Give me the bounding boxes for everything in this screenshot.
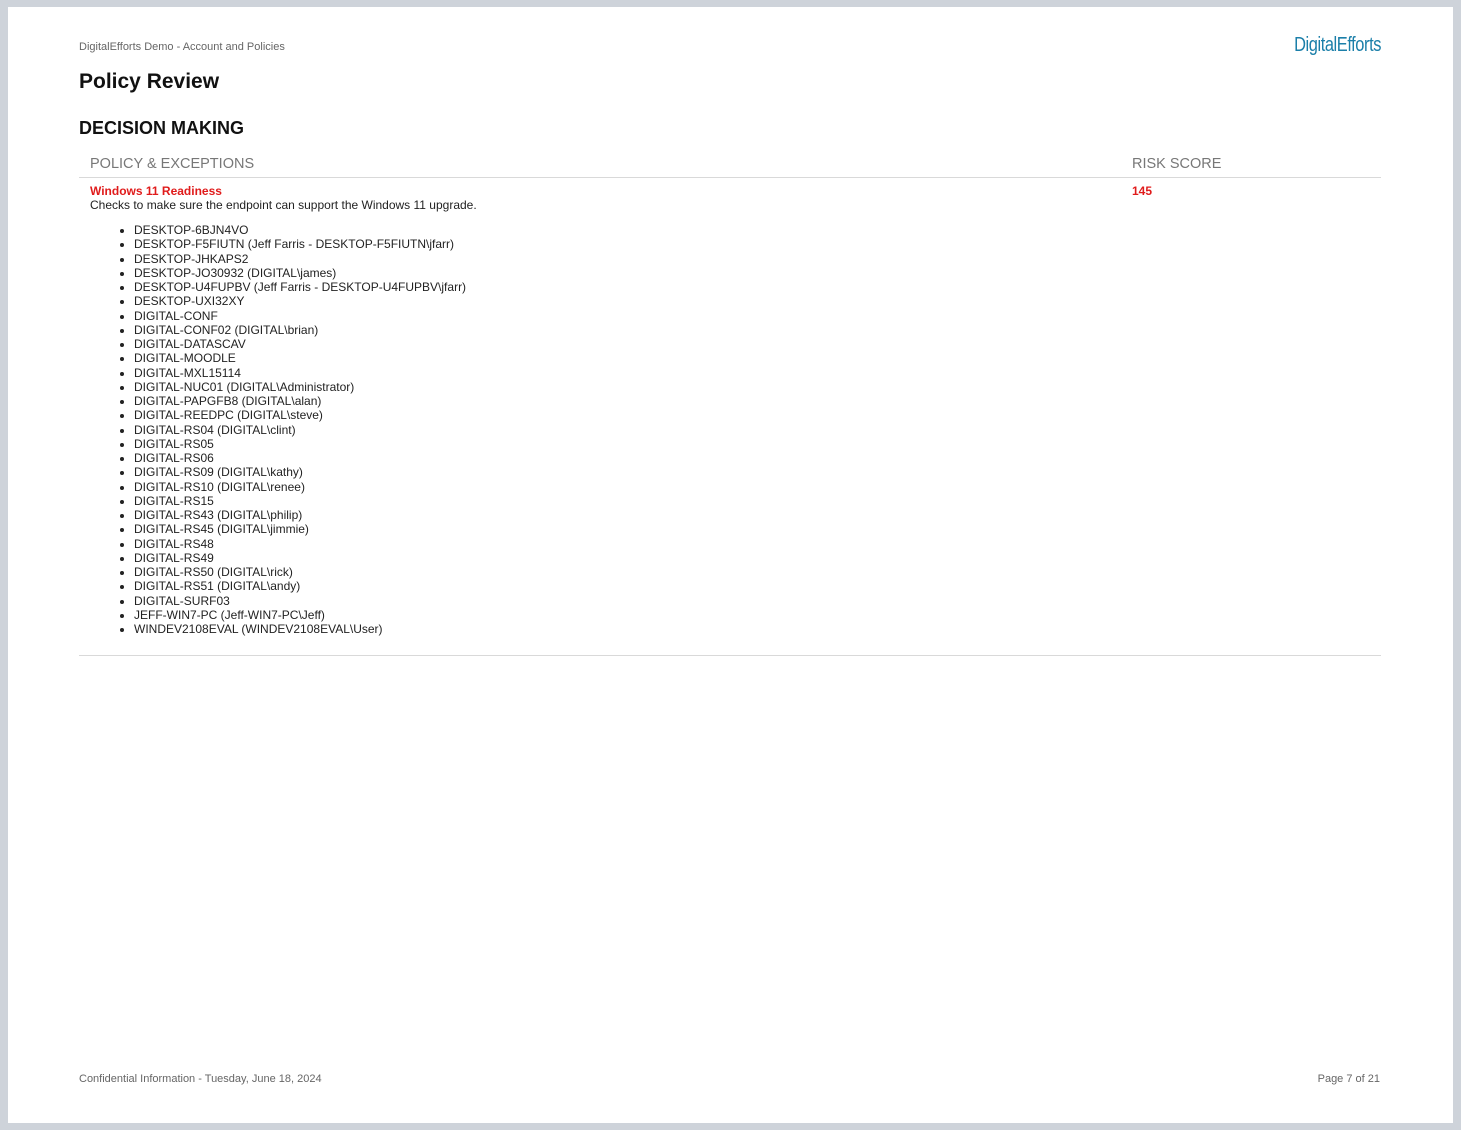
exception-item: DIGITAL-RS45 (DIGITAL\jimmie) (134, 522, 466, 536)
table-row: Windows 11 Readiness Checks to make sure… (79, 178, 1381, 656)
exception-item: DIGITAL-CONF02 (DIGITAL\brian) (134, 323, 466, 337)
exception-item: DIGITAL-PAPGFB8 (DIGITAL\alan) (134, 394, 466, 408)
exception-item: DIGITAL-MOODLE (134, 351, 466, 365)
exception-item: DIGITAL-RS50 (DIGITAL\rick) (134, 565, 466, 579)
exception-item: DIGITAL-REEDPC (DIGITAL\steve) (134, 408, 466, 422)
policy-description: Checks to make sure the endpoint can sup… (90, 198, 477, 212)
section-title: DECISION MAKING (79, 118, 245, 138)
report-page: DigitalEfforts Demo - Account and Polici… (8, 7, 1453, 1123)
exception-item: DIGITAL-RS10 (DIGITAL\renee) (134, 480, 466, 494)
exception-item: DIGITAL-SURF03 (134, 594, 466, 608)
exception-item: DIGITAL-RS15 (134, 494, 466, 508)
exception-item: DIGITAL-NUC01 (DIGITAL\Administrator) (134, 380, 466, 394)
exceptions-list: DESKTOP-6BJN4VODESKTOP-F5FIUTN (Jeff Far… (134, 223, 466, 636)
footer-confidential: Confidential Information - Tuesday, June… (79, 1073, 322, 1085)
table-header: POLICY & EXCEPTIONS RISK SCORE (79, 152, 1381, 178)
exception-item: DIGITAL-RS04 (DIGITAL\clint) (134, 423, 466, 437)
exception-item: DIGITAL-RS09 (DIGITAL\kathy) (134, 465, 466, 479)
exception-item: DIGITAL-RS51 (DIGITAL\andy) (134, 579, 466, 593)
page-title: Policy Review (79, 70, 220, 93)
risk-score: 145 (1132, 184, 1153, 198)
footer-page-number: Page 7 of 21 (1317, 1073, 1380, 1085)
policy-table: POLICY & EXCEPTIONS RISK SCORE Windows 1… (79, 152, 1381, 656)
exception-item: DIGITAL-RS48 (134, 537, 466, 551)
exception-item: DIGITAL-CONF (134, 309, 466, 323)
exception-item: DIGITAL-RS06 (134, 451, 466, 465)
exception-item: DESKTOP-UXI32XY (134, 294, 466, 308)
exception-item: DIGITAL-DATASCAV (134, 337, 466, 351)
exception-item: DIGITAL-MXL15114 (134, 366, 466, 380)
policy-name: Windows 11 Readiness (90, 184, 222, 198)
exception-item: DIGITAL-RS49 (134, 551, 466, 565)
column-header-risk-score: RISK SCORE (1132, 156, 1222, 172)
report-header-title: DigitalEfforts Demo - Account and Polici… (79, 41, 285, 53)
column-header-policy: POLICY & EXCEPTIONS (90, 156, 255, 172)
exception-item: DIGITAL-RS43 (DIGITAL\philip) (134, 508, 466, 522)
exception-item: DESKTOP-6BJN4VO (134, 223, 466, 237)
exception-item: WINDEV2108EVAL (WINDEV2108EVAL\User) (134, 622, 466, 636)
exception-item: DESKTOP-F5FIUTN (Jeff Farris - DESKTOP-F… (134, 237, 466, 251)
brand-logo: DigitalEfforts (1294, 34, 1381, 56)
exception-item: DESKTOP-JHKAPS2 (134, 252, 466, 266)
exception-item: DESKTOP-U4FUPBV (Jeff Farris - DESKTOP-U… (134, 280, 466, 294)
exception-item: DESKTOP-JO30932 (DIGITAL\james) (134, 266, 466, 280)
exception-item: JEFF-WIN7-PC (Jeff-WIN7-PC\Jeff) (134, 608, 466, 622)
exception-item: DIGITAL-RS05 (134, 437, 466, 451)
